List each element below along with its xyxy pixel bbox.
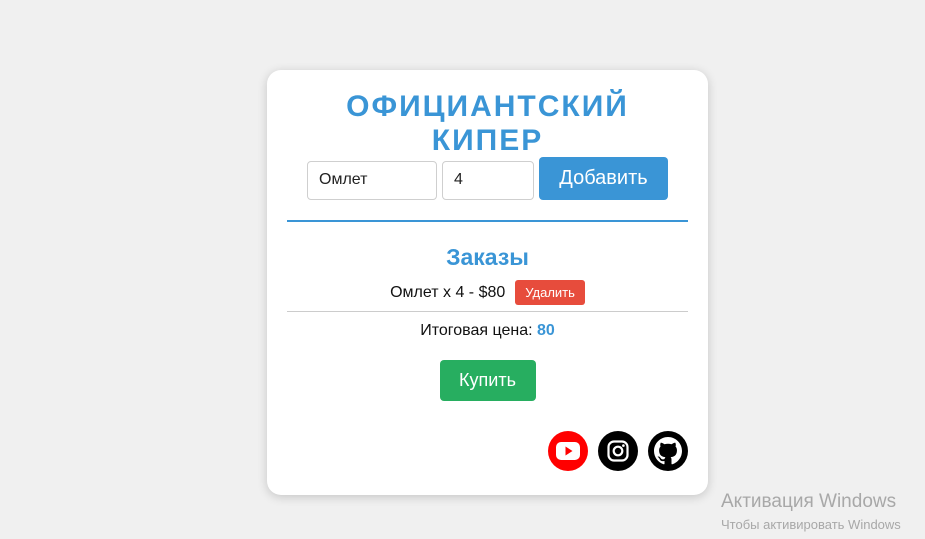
waiter-card: ОФИЦИАНТСКИЙ КИПЕР Добавить Заказы Омлет… [267,70,708,495]
add-button[interactable]: Добавить [539,157,668,200]
watermark-title: Активация Windows [721,491,897,512]
total-price-value: 80 [536,322,555,339]
youtube-icon[interactable] [548,431,588,471]
buy-row: Купить [287,360,688,401]
order-item: Омлет x 4 - $80 Удалить [287,280,688,312]
order-item-text: Омлет x 4 - $80 [390,283,506,301]
github-icon[interactable] [648,431,688,471]
delete-order-button[interactable]: Удалить [515,280,585,305]
social-links [548,431,688,471]
total-price-label: Итоговая цена: [420,322,537,339]
windows-activation-watermark: Активация Windows Чтобы активировать Win… [721,491,901,533]
app-title: ОФИЦИАНТСКИЙ КИПЕР [346,90,629,157]
section-divider [287,220,688,222]
add-order-form: Добавить [287,157,688,200]
buy-button[interactable]: Купить [439,360,536,401]
total-price: Итоговая цена: 80 [287,322,688,340]
watermark-subtitle: Чтобы активировать Windows [721,517,901,532]
dish-input[interactable] [307,160,437,200]
orders-heading: Заказы [446,244,529,270]
instagram-icon[interactable] [598,431,638,471]
quantity-input[interactable] [442,160,534,200]
